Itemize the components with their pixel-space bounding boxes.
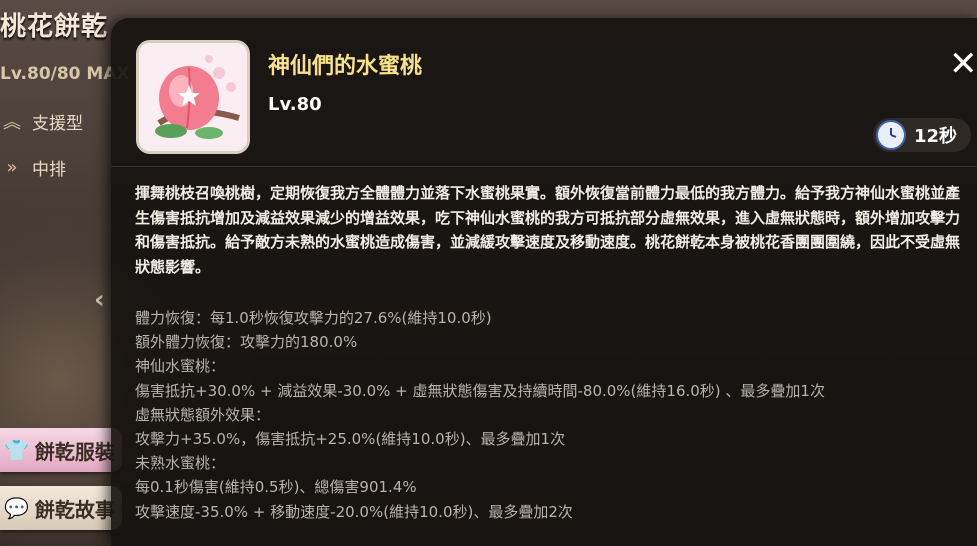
- cooldown-badge: 12秒: [873, 118, 971, 152]
- chevron-up-icon: ︽: [3, 112, 21, 133]
- close-icon[interactable]: ✕: [949, 47, 977, 81]
- position-row: » 中排: [0, 150, 120, 184]
- stat-line: 傷害抵抗+30.0% + 減益效果-30.0% + 虛無狀態傷害及持續時間-80…: [135, 381, 825, 400]
- skill-detail-popup: ✕ 神仙們的水蜜桃 Lv.80 12秒 揮舞桃枝召喚桃樹，定期恢復我方全體體力並…: [111, 18, 977, 546]
- position-label: 中排: [32, 159, 66, 180]
- role-label: 支援型: [32, 113, 83, 134]
- stat-line: 神仙水蜜桃：: [135, 357, 226, 376]
- stat-line: 虛無狀態額外效果：: [135, 405, 271, 424]
- clock-icon: [876, 120, 906, 150]
- costume-icon: 👕: [4, 438, 29, 462]
- skill-title: 神仙們的水蜜桃: [268, 54, 423, 79]
- peach-skill-icon: [136, 40, 250, 154]
- stat-line: 攻擊速度-35.0% + 移動速度-20.0%(維持10.0秒)、最多疊加2次: [135, 502, 573, 521]
- stat-line: 攻擊力+35.0%，傷害抵抗+25.0%(維持10.0秒)、最多疊加1次: [135, 430, 566, 449]
- skill-stats: 體力恢復：每1.0秒恢復攻擊力的27.6%(維持10.0秒) 額外體力恢復：攻擊…: [135, 306, 965, 524]
- stat-line: 未熟水蜜桃：: [135, 454, 226, 473]
- story-button-label: 餅乾故事: [34, 497, 115, 522]
- stat-line: 每0.1秒傷害(維持0.5秒)、總傷害901.4%: [135, 478, 417, 497]
- costume-button-label: 餅乾服裝: [34, 439, 115, 464]
- stat-line: 額外體力恢復：攻擊力的180.0%: [135, 333, 358, 352]
- story-icon: 💬: [4, 496, 29, 520]
- divider: [111, 166, 977, 167]
- cooldown-value: 12秒: [914, 126, 958, 147]
- role-row: ︽ 支援型: [0, 104, 120, 138]
- costume-button[interactable]: 👕 餅乾服裝: [0, 428, 122, 472]
- stat-line: 體力恢復：每1.0秒恢復攻擊力的27.6%(維持10.0秒): [135, 309, 492, 327]
- skill-description: 揮舞桃枝召喚桃樹，定期恢復我方全體體力並落下水蜜桃果實。額外恢復當前體力最低的我…: [135, 184, 961, 276]
- skill-level: Lv.80: [268, 94, 322, 115]
- story-button[interactable]: 💬 餅乾故事: [0, 486, 122, 530]
- chevron-right-icon: »: [6, 156, 18, 178]
